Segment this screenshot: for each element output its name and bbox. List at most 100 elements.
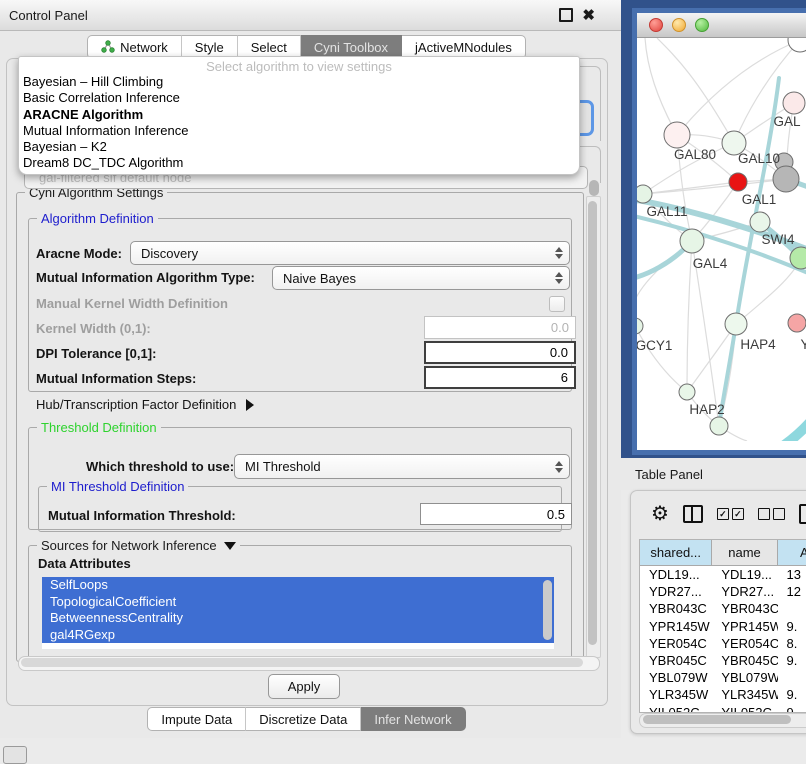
- tab-impute-data[interactable]: Impute Data: [147, 707, 246, 731]
- column-header-shared[interactable]: shared...: [640, 540, 712, 565]
- collapsed-panel-button[interactable]: [3, 746, 27, 764]
- mi-steps-value: 6: [561, 370, 568, 385]
- algorithm-dropdown-popup: Select algorithm to view settings Bayesi…: [18, 56, 580, 175]
- network-window-titlebar[interactable]: [637, 13, 806, 38]
- select-all-checks-icon[interactable]: ✓✓: [717, 508, 744, 520]
- minimize-window-icon[interactable]: [672, 18, 686, 32]
- scrollbar-thumb[interactable]: [21, 658, 583, 667]
- dpi-tolerance-field[interactable]: 0.0: [424, 341, 576, 364]
- attribute-item-topologicalcoefficient[interactable]: TopologicalCoefficient: [42, 594, 554, 611]
- which-threshold-combo[interactable]: MI Threshold: [234, 454, 570, 479]
- which-threshold-value: MI Threshold: [245, 459, 321, 474]
- table-cell: 8.: [778, 635, 806, 652]
- network-node-unlabeled[interactable]: [710, 417, 728, 435]
- mi-steps-field[interactable]: 6: [424, 366, 576, 389]
- table-cell: 9: [778, 704, 806, 714]
- tab-label: Select: [251, 40, 287, 55]
- deselect-all-checks-icon[interactable]: [758, 508, 785, 520]
- node-table: shared...nameA YDL19...YDL19...13YDR27..…: [639, 539, 806, 713]
- close-panel-icon[interactable]: ✖: [582, 8, 595, 23]
- table-row[interactable]: YBL079WYBL079W: [640, 669, 806, 686]
- network-node-gcy1[interactable]: [637, 318, 643, 334]
- tab-discretize-data[interactable]: Discretize Data: [246, 707, 361, 731]
- network-node-gal1[interactable]: [729, 173, 747, 191]
- manual-kernel-checkbox[interactable]: [549, 296, 565, 312]
- mi-type-combo[interactable]: Naive Bayes: [272, 266, 570, 290]
- node-label-gal: GAL: [773, 114, 801, 129]
- table-row[interactable]: YDR27...YDR27...12: [640, 583, 806, 600]
- apply-button[interactable]: Apply: [268, 674, 340, 699]
- control-panel: Control Panel ✖ NetworkStyleSelectCyni T…: [0, 0, 621, 738]
- collapse-arrow-icon: [224, 542, 236, 550]
- network-view-window[interactable]: GALGAL80GAL10GAL1GAL11SWI4GAL4GCY1HAP4YH…: [632, 8, 806, 455]
- network-node-swi4[interactable]: [750, 212, 770, 232]
- table-row[interactable]: YBR045CYBR045C9.: [640, 652, 806, 669]
- column-header-a[interactable]: A: [778, 540, 806, 565]
- aracne-mode-label: Aracne Mode:: [36, 246, 122, 261]
- table-toolbar: ⚙ ✓✓: [631, 491, 806, 537]
- network-edge: [637, 326, 687, 392]
- tab-label: Discretize Data: [259, 712, 347, 727]
- manual-kernel-label: Manual Kernel Width Definition: [36, 296, 228, 311]
- table-cell: YER054C: [712, 635, 777, 652]
- scrollbar-thumb[interactable]: [588, 201, 597, 645]
- network-node-gal4[interactable]: [680, 229, 704, 253]
- network-node-unlabeled[interactable]: [773, 166, 799, 192]
- table-row[interactable]: YBR043CYBR043C: [640, 600, 806, 617]
- tab-label: Impute Data: [161, 712, 232, 727]
- table-cell: YBR045C: [712, 652, 777, 669]
- mi-threshold-label: Mutual Information Threshold:: [48, 508, 236, 523]
- sources-title-text: Sources for Network Inference: [41, 538, 217, 553]
- algorithm-item-bayesian-hill-climbing[interactable]: Bayesian – Hill Climbing: [19, 74, 579, 90]
- occluded-scrollbar-thumb[interactable]: [589, 180, 599, 196]
- algorithm-item-dream8-dc-tdc-algorithm[interactable]: Dream8 DC_TDC Algorithm: [19, 155, 579, 171]
- network-node-gal[interactable]: [783, 92, 805, 114]
- table-header-row: shared...nameA: [640, 540, 806, 566]
- aracne-mode-combo[interactable]: Discovery: [130, 241, 570, 265]
- network-edge: [645, 38, 677, 135]
- sources-group-title[interactable]: Sources for Network Inference: [37, 538, 240, 553]
- table-row[interactable]: YLR345WYLR345W9.: [640, 686, 806, 703]
- apply-button-label: Apply: [288, 679, 321, 694]
- table-horizontal-scrollbar[interactable]: [639, 713, 806, 728]
- settings-vertical-scrollbar[interactable]: [586, 196, 601, 658]
- network-edge-highlighted: [719, 78, 779, 426]
- network-node-y[interactable]: [788, 314, 806, 332]
- table-row[interactable]: YER054CYER054C8.: [640, 635, 806, 652]
- gear-icon[interactable]: ⚙: [651, 504, 669, 524]
- table-cell: YDL19...: [640, 566, 712, 583]
- attribute-item-gal4rgexp[interactable]: gal4RGexp: [42, 627, 554, 644]
- table-row[interactable]: YPR145WYPR145W9.: [640, 618, 806, 635]
- document-icon[interactable]: [799, 504, 806, 524]
- algorithm-item-basic-correlation-inference[interactable]: Basic Correlation Inference: [19, 90, 579, 106]
- algorithm-item-mutual-information-inference[interactable]: Mutual Information Inference: [19, 123, 579, 139]
- hub-definition-expander[interactable]: Hub/Transcription Factor Definition: [36, 397, 254, 412]
- attributes-scrollbar-thumb[interactable]: [543, 580, 552, 640]
- scrollbar-thumb[interactable]: [643, 715, 791, 724]
- attribute-item-betweennesscentrality[interactable]: BetweennessCentrality: [42, 610, 554, 627]
- node-label-y: Y: [800, 337, 806, 352]
- network-node-hap4[interactable]: [725, 313, 747, 335]
- float-panel-icon[interactable]: [559, 8, 573, 22]
- table-cell: 12: [778, 583, 806, 600]
- close-window-icon[interactable]: [649, 18, 663, 32]
- columns-icon[interactable]: [683, 505, 703, 523]
- zoom-window-icon[interactable]: [695, 18, 709, 32]
- algorithm-item-bayesian-k2[interactable]: Bayesian – K2: [19, 139, 579, 155]
- settings-horizontal-scrollbar[interactable]: [18, 656, 600, 671]
- network-node-hap2[interactable]: [679, 384, 695, 400]
- tab-infer-network[interactable]: Infer Network: [361, 707, 465, 731]
- tab-label: Style: [195, 40, 224, 55]
- network-canvas[interactable]: GALGAL80GAL10GAL1GAL11SWI4GAL4GCY1HAP4YH…: [637, 38, 806, 441]
- algorithm-item-aracne-algorithm[interactable]: ARACNE Algorithm: [19, 107, 579, 123]
- node-label-swi4: SWI4: [761, 232, 794, 247]
- network-icon: [101, 40, 115, 54]
- column-header-name[interactable]: name: [712, 540, 777, 565]
- network-node-gal80[interactable]: [664, 122, 690, 148]
- attribute-item-selfloops[interactable]: SelfLoops: [42, 577, 554, 594]
- mi-threshold-field[interactable]: 0.5: [420, 503, 572, 525]
- kernel-width-field[interactable]: 0.0: [424, 316, 576, 339]
- network-node-gal11[interactable]: [637, 185, 652, 203]
- table-row[interactable]: YIL052CYIL052C9: [640, 704, 806, 714]
- table-row[interactable]: YDL19...YDL19...13: [640, 566, 806, 583]
